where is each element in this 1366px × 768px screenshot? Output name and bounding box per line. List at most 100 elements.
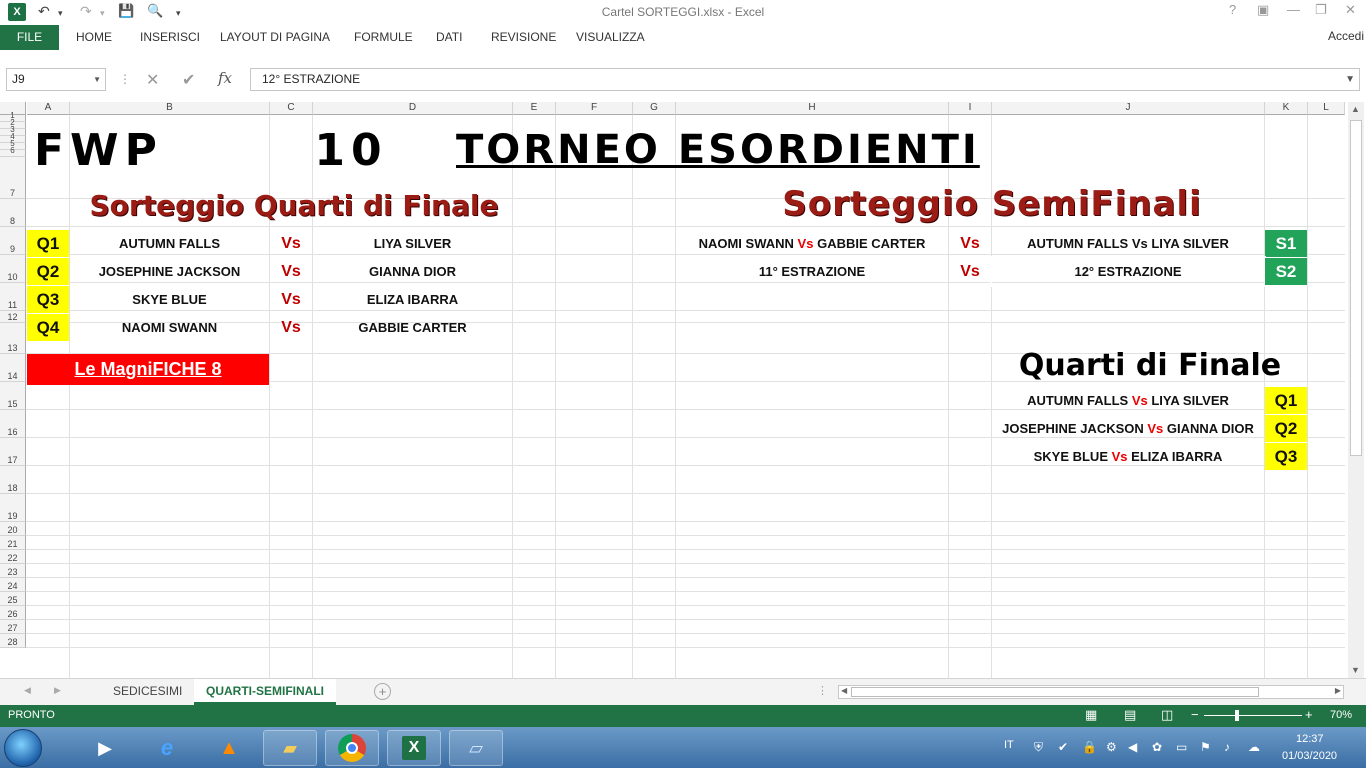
prev-sheet-icon[interactable]: ◀ — [24, 685, 31, 696]
quarter-home[interactable]: AUTUMN FALLS — [70, 230, 269, 257]
row-header[interactable]: 22 — [0, 550, 26, 564]
quarti-list-item[interactable]: JOSEPHINE JACKSON Vs GIANNA DIOR — [992, 415, 1264, 442]
quarter-away[interactable]: GABBIE CARTER — [313, 314, 512, 341]
row-header[interactable]: 19 — [0, 494, 26, 522]
semi-code[interactable]: S1 — [1265, 230, 1307, 257]
clock-date[interactable]: 01/03/2020 — [1282, 750, 1337, 762]
semi-left-match[interactable]: 11° ESTRAZIONE — [676, 258, 948, 285]
zoom-in-button[interactable]: + — [1305, 707, 1313, 722]
tab-visualizza[interactable]: VISUALIZZA — [576, 25, 645, 50]
page-layout-view-icon[interactable]: ▤ — [1124, 707, 1136, 723]
column-header[interactable]: B — [70, 102, 270, 115]
restore-icon[interactable]: ❐ — [1315, 2, 1327, 18]
quarter-away[interactable]: GIANNA DIOR — [313, 258, 512, 285]
column-header[interactable]: K — [1265, 102, 1308, 115]
tab-split-handle[interactable]: ⋮ — [817, 684, 828, 697]
tab-layout-di-pagina[interactable]: LAYOUT DI PAGINA — [220, 25, 330, 50]
row-header[interactable]: 18 — [0, 466, 26, 494]
horizontal-scroll-thumb[interactable] — [851, 687, 1259, 697]
row-header[interactable]: 13 — [0, 323, 26, 354]
column-header[interactable]: D — [313, 102, 513, 115]
row-header[interactable]: 21 — [0, 536, 26, 550]
enter-formula-icon[interactable]: ✔ — [182, 70, 195, 90]
normal-view-icon[interactable]: ▦ — [1085, 707, 1097, 723]
name-box[interactable]: J9 ▼ — [6, 68, 106, 91]
semi-right-match-selected[interactable]: 12° ESTRAZIONE — [990, 256, 1266, 287]
row-header[interactable]: 6 — [0, 147, 26, 157]
excel-taskbar-icon[interactable]: X — [387, 730, 441, 766]
language-indicator[interactable]: IT — [1004, 739, 1014, 751]
worksheet-grid[interactable]: FWP 10 TORNEO ESORDIENTI Sorteggio Quart… — [0, 102, 1345, 678]
minimize-icon[interactable]: — — [1287, 2, 1300, 17]
semi-right-match[interactable]: AUTUMN FALLS Vs LIYA SILVER — [992, 230, 1264, 257]
column-header[interactable]: G — [633, 102, 676, 115]
quarter-away[interactable]: LIYA SILVER — [313, 230, 512, 257]
horizontal-scrollbar[interactable]: ◀ ▶ — [838, 685, 1344, 699]
close-icon[interactable]: ✕ — [1345, 2, 1356, 18]
quarti-list-code[interactable]: Q1 — [1265, 387, 1307, 414]
page-break-view-icon[interactable]: ◫ — [1161, 707, 1173, 723]
row-header[interactable]: 20 — [0, 522, 26, 536]
tab-revisione[interactable]: REVISIONE — [491, 25, 556, 50]
scroll-left-icon[interactable]: ◀ — [841, 686, 847, 695]
row-header[interactable]: 11 — [0, 283, 26, 311]
row-header[interactable]: 23 — [0, 564, 26, 578]
column-header[interactable]: J — [992, 102, 1265, 115]
internet-explorer-icon[interactable]: e — [140, 730, 194, 766]
quarti-list-code[interactable]: Q3 — [1265, 443, 1307, 470]
quarter-code[interactable]: Q2 — [27, 258, 69, 285]
next-sheet-icon[interactable]: ▶ — [54, 685, 61, 696]
column-header[interactable]: C — [270, 102, 313, 115]
semi-code[interactable]: S2 — [1265, 258, 1307, 285]
row-header[interactable]: 24 — [0, 578, 26, 592]
quarter-away[interactable]: ELIZA IBARRA — [313, 286, 512, 313]
scroll-right-icon[interactable]: ▶ — [1335, 686, 1341, 695]
quarti-list-code[interactable]: Q2 — [1265, 415, 1307, 442]
row-header[interactable]: 25 — [0, 592, 26, 606]
zoom-level[interactable]: 70% — [1330, 709, 1352, 721]
quarter-home[interactable]: JOSEPHINE JACKSON — [70, 258, 269, 285]
scroll-up-icon[interactable]: ▲ — [1351, 104, 1360, 114]
tab-inserisci[interactable]: INSERISCI — [140, 25, 200, 50]
vertical-scrollbar[interactable]: ▲ ▼ — [1348, 102, 1364, 678]
quarter-home[interactable]: NAOMI SWANN — [70, 314, 269, 341]
semi-vs[interactable]: Vs — [949, 230, 991, 257]
row-header[interactable]: 16 — [0, 410, 26, 438]
column-header[interactable]: E — [513, 102, 556, 115]
add-sheet-icon[interactable]: + — [374, 683, 391, 700]
ribbon-display-icon[interactable]: ▣ — [1257, 2, 1269, 18]
sheet-tab-quarti-semifinali[interactable]: QUARTI-SEMIFINALI — [194, 679, 336, 705]
column-header[interactable]: A — [27, 102, 70, 115]
row-header[interactable]: 10 — [0, 255, 26, 283]
tab-dati[interactable]: DATI — [436, 25, 462, 50]
tray-network-icon[interactable]: ⚙ — [1106, 740, 1117, 754]
tray-speaker-icon[interactable]: ◀ — [1128, 740, 1137, 754]
quarter-code[interactable]: Q3 — [27, 286, 69, 313]
row-header[interactable]: 27 — [0, 620, 26, 634]
quarti-list-item[interactable]: SKYE BLUE Vs ELIZA IBARRA — [992, 443, 1264, 470]
vlc-icon[interactable]: ▲ — [202, 730, 256, 766]
quarter-code[interactable]: Q4 — [27, 314, 69, 341]
insert-function-icon[interactable]: fx — [218, 69, 232, 87]
quarti-list-item[interactable]: AUTUMN FALLS Vs LIYA SILVER — [992, 387, 1264, 414]
vertical-scroll-thumb[interactable] — [1350, 120, 1362, 456]
tray-cloud-icon[interactable]: ☁ — [1248, 740, 1260, 754]
quarter-vs[interactable]: Vs — [270, 286, 312, 313]
media-player-icon[interactable]: ▶ — [78, 730, 132, 766]
quarter-vs[interactable]: Vs — [270, 258, 312, 285]
column-header[interactable]: I — [949, 102, 992, 115]
magnifiche-banner[interactable]: Le MagniFICHE 8 — [27, 354, 269, 385]
notepad-icon[interactable]: ▱ — [449, 730, 503, 766]
column-header[interactable]: L — [1308, 102, 1345, 115]
start-button[interactable] — [4, 729, 42, 767]
sheet-tab-sedicesimi[interactable]: SEDICESIMI — [101, 679, 194, 705]
row-header[interactable]: 8 — [0, 199, 26, 227]
expand-formula-bar-icon[interactable]: ▼ — [1345, 69, 1355, 90]
zoom-out-button[interactable]: − — [1191, 707, 1199, 722]
scroll-down-icon[interactable]: ▼ — [1351, 665, 1360, 675]
tray-display-icon[interactable]: ▭ — [1176, 740, 1187, 754]
column-header[interactable]: H — [676, 102, 949, 115]
semi-vs[interactable]: Vs — [949, 258, 991, 285]
help-icon[interactable]: ? — [1229, 2, 1236, 17]
semi-left-match[interactable]: NAOMI SWANN Vs GABBIE CARTER — [676, 230, 948, 257]
